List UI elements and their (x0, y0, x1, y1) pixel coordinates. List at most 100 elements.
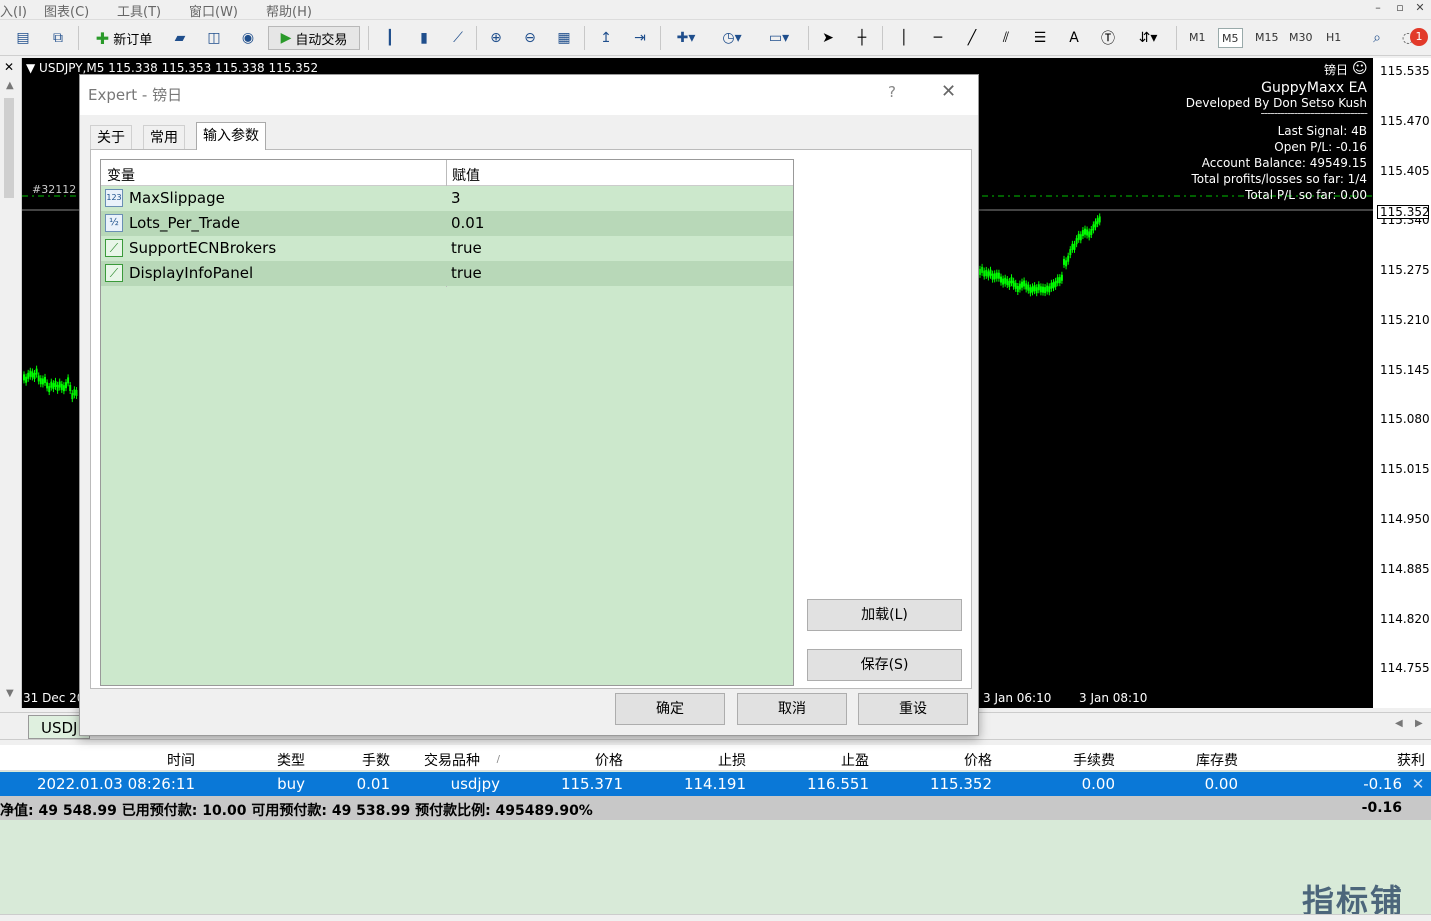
scroll-down-icon[interactable]: ▼ (6, 688, 14, 699)
col-header-current-price[interactable]: 价格 (880, 750, 992, 770)
timeframe-m30[interactable]: M30 (1286, 28, 1316, 48)
gold-bar-icon[interactable]: ▰ (168, 26, 192, 50)
col-header-variable[interactable]: 变量 (107, 165, 135, 185)
time-tick: 3 Jan 08:10 (1079, 691, 1148, 705)
tile-windows-icon[interactable]: ▦ (552, 26, 576, 50)
candlestick-icon[interactable]: ▮ (412, 26, 436, 50)
col-header-swap[interactable]: 库存费 (1120, 750, 1238, 770)
col-header-sl[interactable]: 止损 (640, 750, 746, 770)
param-value[interactable]: true (451, 264, 482, 282)
bar-chart-icon[interactable]: ┃ (378, 26, 402, 50)
candle-body (1037, 284, 1040, 291)
close-icon[interactable]: ✕ (941, 81, 956, 102)
sort-indicator-icon: / (496, 754, 500, 765)
trade-commission: 0.00 (1081, 775, 1115, 793)
scroll-up-icon[interactable]: ▲ (6, 80, 14, 91)
notification-badge[interactable]: 1 (1410, 28, 1428, 46)
text-label-icon[interactable]: Ⓣ (1096, 26, 1120, 50)
chart-menu-triangle-icon[interactable]: ▼ (26, 61, 39, 75)
period-clock-icon[interactable]: ◷▾ (714, 26, 750, 50)
timeframe-m15[interactable]: M15 (1252, 28, 1282, 48)
auto-scroll-icon[interactable]: ⇥ (628, 26, 652, 50)
candle-body (54, 380, 57, 387)
menu-window[interactable]: 窗口(W) (189, 1, 238, 20)
chart-zoom-icon[interactable]: ⧉ (45, 26, 71, 50)
param-row-max-slippage[interactable]: 123 MaxSlippage 3 (101, 186, 793, 211)
vertical-line-icon[interactable]: │ (892, 26, 916, 50)
timeframe-h1[interactable]: H1 (1323, 28, 1344, 48)
close-window-button[interactable]: ✕ (1409, 1, 1431, 17)
col-header-type[interactable]: 类型 (210, 750, 305, 770)
fibonacci-icon[interactable]: ☰ (1028, 26, 1052, 50)
ok-button[interactable]: 确定 (615, 693, 725, 725)
smiley-icon[interactable]: ☺ (1352, 59, 1368, 77)
history-icon[interactable]: ◫ (202, 26, 226, 50)
tab-scroll-left-icon[interactable]: ◀ (1395, 718, 1403, 729)
account-summary: 净值: 49 548.99 已用预付款: 10.00 可用预付款: 49 538… (0, 803, 593, 819)
chart-window-icon[interactable]: ▤ (10, 26, 36, 50)
cursor-icon[interactable]: ➤ (816, 26, 840, 50)
candle-body (1048, 286, 1051, 293)
new-order-button[interactable]: ✚ 新订单 (86, 26, 162, 50)
param-row-display-info-panel[interactable]: ⟋ DisplayInfoPanel true (101, 261, 793, 286)
line-chart-icon[interactable]: ⟋ (446, 26, 470, 50)
total-pl: Total P/L so far: 0.00 (1245, 188, 1367, 202)
menu-charts[interactable]: 图表(C) (44, 1, 89, 20)
menu-help[interactable]: 帮助(H) (266, 1, 312, 20)
search-icon[interactable]: ⌕ (1366, 26, 1388, 50)
col-header-symbol[interactable]: 交易品种 (400, 750, 480, 770)
col-header-profit[interactable]: 获利 (1300, 750, 1425, 770)
load-button[interactable]: 加载(L) (807, 599, 962, 631)
zoom-in-icon[interactable]: ⊕ (484, 26, 508, 50)
scrollbar-thumb[interactable] (4, 98, 14, 198)
price-tick: 115.405 (1380, 164, 1430, 178)
close-navigator-icon[interactable]: ✕ (4, 60, 14, 74)
arrows-icon[interactable]: ⇵▾ (1130, 26, 1166, 50)
trendline-icon[interactable]: ╱ (960, 26, 984, 50)
candle-body (35, 368, 38, 375)
timeframe-m5[interactable]: M5 (1218, 28, 1243, 48)
horizontal-line-icon[interactable]: ─ (926, 26, 950, 50)
tab-inputs[interactable]: 输入参数 (196, 122, 266, 150)
new-order-label: 新订单 (113, 32, 153, 48)
param-value[interactable]: true (451, 239, 482, 257)
signal-icon[interactable]: ◉ (236, 26, 260, 50)
restore-button[interactable]: ▫ (1389, 1, 1411, 17)
chart-shift-icon[interactable]: ↥ (594, 26, 618, 50)
save-button[interactable]: 保存(S) (807, 649, 962, 681)
col-header-time[interactable]: 时间 (100, 750, 195, 770)
tab-about[interactable]: 关于 (90, 125, 132, 149)
cancel-button[interactable]: 取消 (737, 693, 847, 725)
help-icon[interactable]: ? (888, 83, 896, 101)
tab-common[interactable]: 常用 (143, 125, 185, 149)
auto-trade-button[interactable]: ▶ 自动交易 (268, 26, 360, 50)
minimize-button[interactable]: – (1367, 1, 1389, 17)
templates-icon[interactable]: ▭▾ (760, 26, 798, 50)
param-row-lots-per-trade[interactable]: ½ Lots_Per_Trade 0.01 (101, 211, 793, 236)
reset-button[interactable]: 重设 (858, 693, 968, 725)
menu-tools[interactable]: 工具(T) (117, 1, 161, 20)
expert-properties-dialog: Expert - 镑日 ? ✕ 关于 常用 输入参数 变量 赋值 123 Max… (79, 74, 979, 736)
trade-swap: 0.00 (1204, 775, 1238, 793)
crosshair-icon[interactable]: ┼ (850, 26, 874, 50)
indicators-icon[interactable]: ✚▾ (668, 26, 704, 50)
zoom-out-icon[interactable]: ⊖ (518, 26, 542, 50)
price-axis[interactable] (1373, 58, 1431, 708)
param-row-support-ecn-brokers[interactable]: ⟋ SupportECNBrokers true (101, 236, 793, 261)
candle-body (69, 385, 72, 392)
timeframe-m1[interactable]: M1 (1186, 28, 1209, 48)
col-header-value[interactable]: 赋值 (452, 165, 480, 185)
param-value[interactable]: 3 (451, 189, 461, 207)
candle-body (995, 272, 998, 279)
menu-insert[interactable]: 入(I) (0, 1, 27, 20)
text-icon[interactable]: A (1062, 26, 1086, 50)
col-header-commission[interactable]: 手续费 (1000, 750, 1115, 770)
col-header-volume[interactable]: 手数 (315, 750, 390, 770)
col-header-tp[interactable]: 止盈 (760, 750, 869, 770)
tab-scroll-right-icon[interactable]: ▶ (1415, 718, 1423, 729)
channel-icon[interactable]: ⫽ (994, 26, 1018, 50)
param-value[interactable]: 0.01 (451, 214, 484, 232)
close-trade-icon[interactable]: ✕ (1410, 775, 1426, 793)
col-header-price[interactable]: 价格 (520, 750, 623, 770)
candle-body (65, 382, 67, 389)
